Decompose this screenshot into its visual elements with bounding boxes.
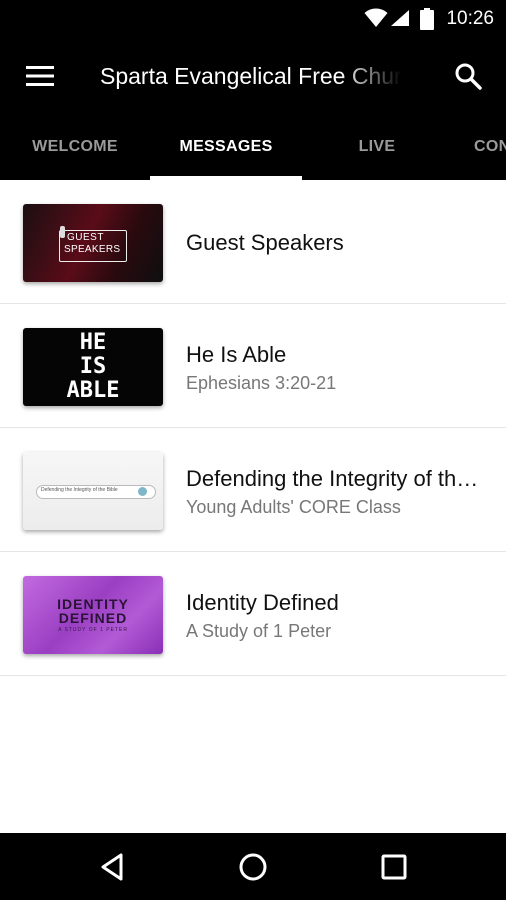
battery-icon: [420, 8, 434, 30]
list-item-defending-integrity[interactable]: Defending the Integrity of the Bible Def…: [0, 428, 506, 552]
back-icon[interactable]: [97, 851, 129, 883]
thumbnail-mic-icon: [60, 226, 65, 238]
system-nav-bar: [0, 833, 506, 900]
thumbnail-he-is-able: HE IS ABLE: [23, 328, 163, 406]
signal-icon: [391, 10, 409, 26]
tab-bar: WELCOME MESSAGES LIVE CON: [0, 114, 506, 180]
tab-messages[interactable]: MESSAGES: [150, 114, 302, 180]
list-item-identity-defined[interactable]: IDENTITY DEFINED A STUDY OF 1 PETER Iden…: [0, 552, 506, 676]
wifi-icon: [364, 8, 388, 27]
thumbnail-pill-text: Defending the Integrity of the Bible: [41, 487, 118, 493]
message-subtitle: Ephesians 3:20-21: [186, 373, 337, 393]
tab-con[interactable]: CON: [452, 114, 506, 180]
recents-icon[interactable]: [378, 851, 410, 883]
message-title: Guest Speakers: [186, 230, 344, 255]
thumbnail-pill-dot: [138, 487, 147, 496]
message-subtitle: A Study of 1 Peter: [186, 621, 332, 641]
message-title: Identity Defined: [186, 590, 339, 615]
status-clock: 10:26: [446, 8, 494, 29]
list-item-he-is-able[interactable]: HE IS ABLE He Is Able Ephesians 3:20-21: [0, 304, 506, 428]
thumbnail-guest-speakers: GUEST SPEAKERS: [23, 204, 163, 282]
messages-list: GUEST SPEAKERS Guest Speakers HE IS ABLE…: [0, 180, 506, 676]
thumbnail-identity-line3: A STUDY OF 1 PETER: [58, 627, 128, 633]
thumbnail-guest-line2: SPEAKERS: [64, 244, 121, 255]
menu-icon[interactable]: [26, 64, 54, 88]
tab-welcome[interactable]: WELCOME: [0, 114, 150, 180]
search-icon[interactable]: [454, 62, 482, 90]
home-icon[interactable]: [237, 851, 269, 883]
thumbnail-identity-defined: IDENTITY DEFINED A STUDY OF 1 PETER: [23, 576, 163, 654]
list-item-guest-speakers[interactable]: GUEST SPEAKERS Guest Speakers: [0, 180, 506, 304]
message-subtitle: Young Adults' CORE Class: [186, 497, 401, 517]
message-title: Defending the Integrity of the Bible: [186, 466, 486, 491]
app-bar: Sparta Evangelical Free Church: [0, 38, 506, 114]
thumbnail-line-he: HE: [79, 330, 107, 355]
app-title-fade: [340, 60, 402, 92]
message-title: He Is Able: [186, 342, 287, 367]
thumbnail-defending-integrity: Defending the Integrity of the Bible: [23, 452, 163, 530]
thumbnail-line-is: IS: [79, 354, 107, 379]
thumbnail-guest-line1: GUEST: [67, 232, 104, 243]
status-bar: 10:26: [0, 0, 506, 38]
thumbnail-line-able: ABLE: [66, 378, 120, 403]
tab-live[interactable]: LIVE: [302, 114, 452, 180]
thumbnail-identity-line2: DEFINED: [58, 610, 128, 626]
